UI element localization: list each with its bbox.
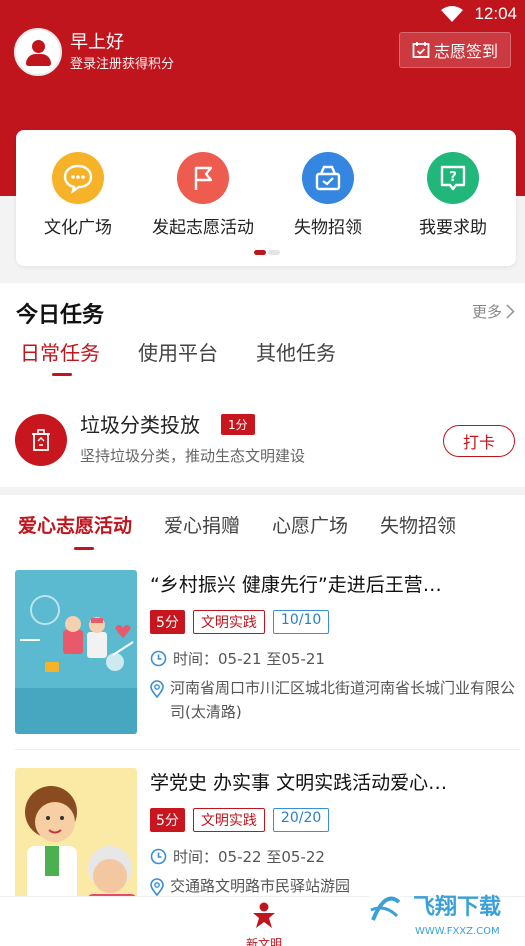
activity-address: 河南省周口市川汇区城北街道河南省长城门业有限公司(太清路) [170, 679, 516, 721]
quick-item-ask-help[interactable]: ? 我要求助 [393, 152, 513, 238]
quick-item-culture-square[interactable]: 文化广场 [18, 152, 138, 238]
points-badge: 5分 [150, 808, 185, 832]
clock-icon [150, 848, 167, 865]
watermark-logo: 飞翔下载 WWW.FXXZ.COM [359, 880, 519, 942]
checkin-label: 志愿签到 [433, 42, 498, 61]
tab-wish-square[interactable]: 心愿广场 [272, 511, 348, 538]
quick-item-label: 我要求助 [419, 218, 487, 238]
points-badge: 1分 [221, 414, 255, 435]
wifi-icon [441, 6, 463, 22]
activity-title: “乡村振兴 健康先行”走进后王营… [150, 574, 442, 596]
quick-item-start-volunteer[interactable]: 发起志愿活动 [143, 152, 263, 238]
tab-other-tasks[interactable]: 其他任务 [256, 337, 336, 366]
help-icon: ? [427, 152, 479, 204]
nav-home-label: 新文明 [245, 937, 282, 946]
quick-item-label: 发起志愿活动 [152, 218, 254, 238]
nav-home[interactable]: 新文明 [242, 901, 286, 946]
box-icon [302, 152, 354, 204]
category-tag: 文明实践 [192, 610, 265, 634]
quota-tag: 10/10 [272, 610, 330, 634]
activity-title: 学党史 办实事 文明实践活动爱心… [150, 772, 448, 794]
chevron-right-icon [506, 304, 515, 319]
tab-daily-tasks[interactable]: 日常任务 [20, 337, 100, 366]
activity-tabs: 爱心志愿活动 爱心捐赠 心愿广场 失物招领 [18, 511, 456, 538]
avatar[interactable] [14, 28, 62, 76]
calendar-icon [412, 42, 430, 58]
category-tag: 文明实践 [192, 808, 265, 832]
tab-indicator [74, 547, 94, 550]
quick-item-lost-found[interactable]: 失物招领 [268, 152, 388, 238]
activities-section: 爱心志愿活动 爱心捐赠 心愿广场 失物招领 “乡村振兴 健康先行”走进后王营… [0, 495, 525, 946]
tab-use-platform[interactable]: 使用平台 [138, 337, 218, 366]
tab-lost-found[interactable]: 失物招领 [380, 511, 456, 538]
avatar-head [32, 40, 45, 53]
more-label: 更多 [471, 303, 502, 321]
volunteer-checkin-button[interactable]: 志愿签到 [399, 32, 511, 68]
task-item: 垃圾分类投放 1分 坚持垃圾分类，推动生态文明建设 打卡 [0, 403, 525, 473]
activity-time-row: 时间：05-22 至05-22 [150, 846, 325, 867]
status-time: 12:04 [474, 4, 517, 23]
divider [15, 749, 520, 750]
activity-thumbnail [15, 570, 137, 734]
points-badge: 5分 [150, 610, 185, 634]
quick-item-label: 文化广场 [44, 218, 112, 238]
svg-text:?: ? [449, 170, 457, 185]
activity-address: 交通路文明路市民驿站游园 [170, 877, 351, 895]
tab-volunteer-activities[interactable]: 爱心志愿活动 [18, 511, 132, 538]
tab-indicator [52, 373, 72, 376]
activity-tags: 5分 文明实践 20/20 [150, 808, 330, 832]
punch-in-button[interactable]: 打卡 [443, 425, 515, 457]
flag-icon [177, 152, 229, 204]
login-prompt[interactable]: 登录注册获得积分 [70, 53, 174, 72]
quota-tag: 20/20 [272, 808, 330, 832]
page-dot-active [254, 250, 266, 255]
activity-tags: 5分 文明实践 10/10 [150, 610, 330, 634]
page-dot [268, 250, 280, 255]
quick-item-label: 失物招领 [294, 218, 362, 238]
task-name: 垃圾分类投放 [80, 413, 200, 437]
more-link[interactable]: 更多 [472, 301, 515, 322]
activity-address-row: 河南省周口市川汇区城北街道河南省长城门业有限公司(太清路) [150, 676, 515, 724]
task-tabs: 日常任务 使用平台 其他任务 [20, 337, 336, 366]
clock-icon [150, 650, 167, 667]
activity-time: 时间：05-21 至05-21 [173, 650, 325, 668]
svg-text:WWW.FXXZ.COM: WWW.FXXZ.COM [415, 926, 500, 937]
tab-donation[interactable]: 爱心捐赠 [164, 511, 240, 538]
greeting-text: 早上好 [70, 32, 124, 53]
avatar-body [26, 54, 51, 66]
task-description: 坚持垃圾分类，推动生态文明建设 [80, 447, 306, 465]
home-logo-icon [253, 902, 275, 928]
chat-bubble-icon [52, 152, 104, 204]
trash-icon [15, 414, 67, 466]
activity-time: 时间：05-22 至05-22 [173, 848, 325, 866]
section-title: 今日任务 [16, 303, 105, 328]
activity-time-row: 时间：05-21 至05-21 [150, 648, 325, 669]
status-bar: 12:04 [0, 0, 525, 28]
today-tasks-section: 今日任务 更多 日常任务 使用平台 其他任务 垃圾分类投放 1分 坚持垃圾分类，… [0, 283, 525, 487]
location-pin-icon [150, 680, 164, 698]
quick-menu-card: 文化广场 发起志愿活动 失物招领 ? 我要求助 [16, 130, 516, 266]
activity-card[interactable]: “乡村振兴 健康先行”走进后王营… 5分 文明实践 10/10 时间：05-21… [0, 570, 525, 750]
location-pin-icon [150, 878, 164, 896]
svg-text:飞翔下载: 飞翔下载 [413, 894, 501, 920]
